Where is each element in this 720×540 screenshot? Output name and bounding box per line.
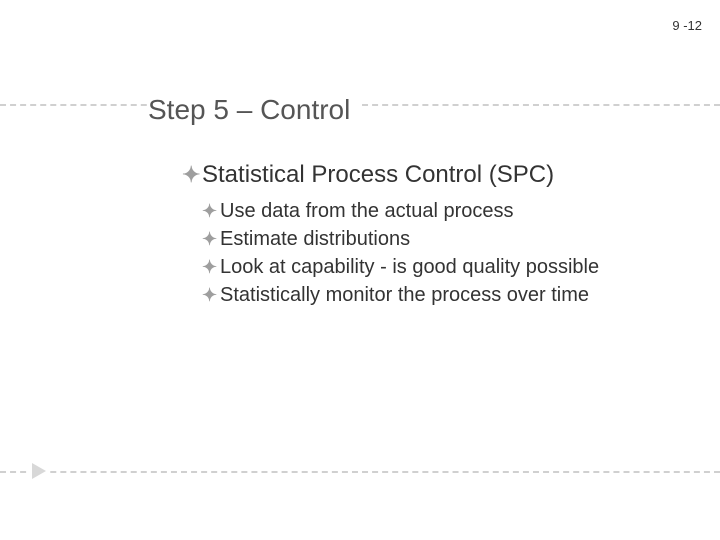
title-rule [0, 104, 720, 106]
bottom-rule [0, 471, 720, 473]
title-area: Step 5 – Control [0, 104, 720, 126]
main-item-text: Statistical Process Control (SPC) [202, 160, 554, 190]
bullet-icon: ✦ [202, 226, 220, 252]
slide-title: Step 5 – Control [148, 94, 358, 126]
bullet-icon: ✦ [202, 198, 220, 224]
sub-item-text: Use data from the actual process [220, 198, 513, 224]
bullet-icon: ✦ [202, 254, 220, 280]
bullet-icon: ✦ [182, 160, 202, 190]
sub-item-text: Look at capability - is good quality pos… [220, 254, 599, 280]
bottom-rule-area [0, 471, 720, 473]
list-item: ✦ Use data from the actual process [202, 198, 630, 224]
arrow-icon [32, 463, 46, 479]
sub-item-text: Statistically monitor the process over t… [220, 282, 589, 308]
list-item: ✦ Look at capability - is good quality p… [202, 254, 630, 280]
sub-item-text: Estimate distributions [220, 226, 410, 252]
list-item: ✦ Estimate distributions [202, 226, 630, 252]
content-area: ✦ Statistical Process Control (SPC) ✦ Us… [182, 160, 630, 310]
bullet-icon: ✦ [202, 282, 220, 308]
page-number: 9 -12 [672, 18, 702, 33]
main-bullet-item: ✦ Statistical Process Control (SPC) [182, 160, 630, 190]
sub-list: ✦ Use data from the actual process ✦ Est… [202, 198, 630, 308]
list-item: ✦ Statistically monitor the process over… [202, 282, 630, 308]
